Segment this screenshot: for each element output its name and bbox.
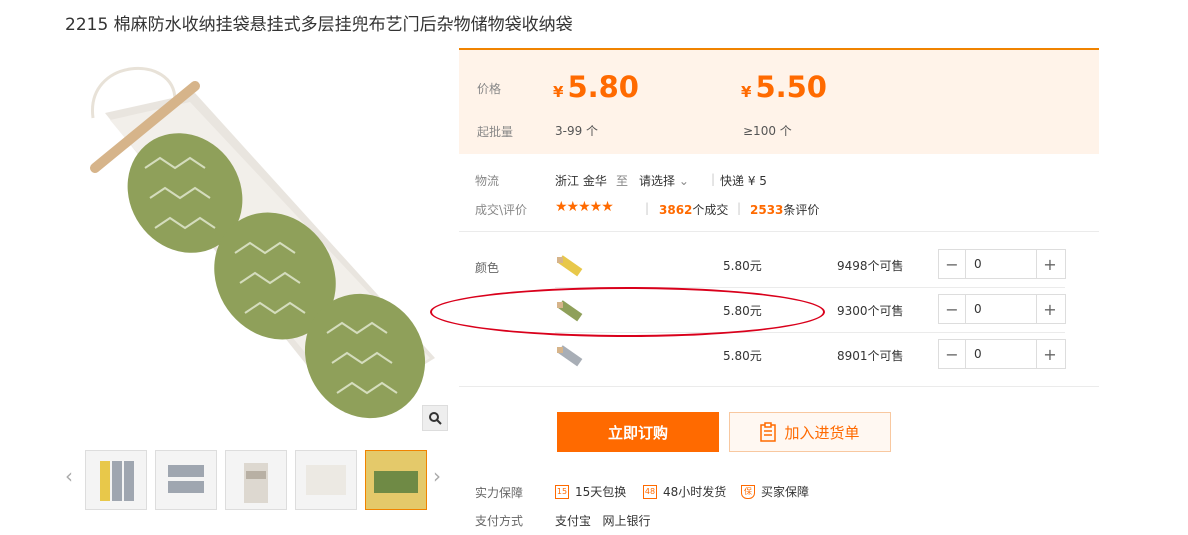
decrement-button[interactable]: − xyxy=(939,295,965,323)
quantity-input[interactable] xyxy=(965,295,1037,323)
decrement-button[interactable]: − xyxy=(939,250,965,278)
guarantee-15-days[interactable]: 15 15天包换 xyxy=(555,483,626,500)
sku-row: 5.80元 9300个可售 − + xyxy=(459,289,1099,329)
sku-stock: 9300个可售 xyxy=(837,304,904,318)
sku-image-yellow[interactable] xyxy=(555,249,585,279)
reviews-link[interactable]: 2533条评价 xyxy=(750,201,819,218)
guarantee-buyer[interactable]: 保 买家保障 xyxy=(741,483,809,500)
quantity-input[interactable] xyxy=(965,340,1037,368)
add-to-cart-label: 加入进货单 xyxy=(784,423,860,442)
moq-label: 起批量 xyxy=(477,125,514,139)
sku-price: 5.80元 xyxy=(723,349,762,363)
clipboard-icon xyxy=(760,422,777,442)
prev-arrow-icon[interactable]: ‹ xyxy=(65,464,73,488)
separator: | xyxy=(711,172,716,186)
quantity-input[interactable] xyxy=(965,250,1037,278)
buy-now-button[interactable]: 立即订购 xyxy=(557,412,719,452)
ship-from: 浙江 金华 xyxy=(555,174,607,188)
thumbnail-3[interactable] xyxy=(225,450,287,510)
sku-price: 5.80元 xyxy=(723,304,762,318)
deals-link[interactable]: 3862个成交 xyxy=(659,201,728,218)
quantity-stepper: − + xyxy=(938,294,1066,324)
rating-stars: ★★★★★ xyxy=(555,199,614,215)
price-tier-1: ¥5.80 xyxy=(553,70,639,104)
zoom-icon[interactable] xyxy=(422,405,448,431)
thumbnail-1[interactable] xyxy=(85,450,147,510)
payment-methods: 支付宝 网上银行 xyxy=(555,514,651,528)
reviews-label: 成交\评价 xyxy=(475,203,528,217)
sku-row: 5.80元 8901个可售 − + xyxy=(459,334,1099,374)
divider xyxy=(459,386,1099,387)
sku-row: 5.80元 9498个可售 − + xyxy=(459,244,1099,284)
sku-image-gray[interactable] xyxy=(555,339,585,369)
price-label: 价格 xyxy=(477,82,502,96)
quantity-stepper: − + xyxy=(938,339,1066,369)
48-hours-icon: 48 xyxy=(643,484,657,499)
sku-stock: 9498个可售 xyxy=(837,259,904,273)
divider xyxy=(555,332,1065,333)
separator: | xyxy=(645,201,650,215)
price-box: 价格 ¥5.80 ¥5.50 起批量 3-99 个 ≥100 个 xyxy=(459,48,1099,154)
logistics-label: 物流 xyxy=(475,174,500,188)
quantity-stepper: − + xyxy=(938,249,1066,279)
increment-button[interactable]: + xyxy=(1037,250,1063,278)
sku-price: 5.80元 xyxy=(723,259,762,273)
payment-label: 支付方式 xyxy=(475,514,524,528)
to-word: 至 xyxy=(616,174,629,188)
thumbnail-5[interactable] xyxy=(365,450,427,510)
guarantee-48-hours[interactable]: 48 48小时发货 xyxy=(643,483,726,500)
thumbnail-4[interactable] xyxy=(295,450,357,510)
divider xyxy=(459,231,1099,232)
price-tier-2: ¥5.50 xyxy=(741,70,827,104)
shield-icon: 保 xyxy=(741,484,755,499)
next-arrow-icon[interactable]: › xyxy=(433,464,441,488)
main-product-image[interactable] xyxy=(65,58,450,433)
decrement-button[interactable]: − xyxy=(939,340,965,368)
add-to-cart-button[interactable]: 加入进货单 xyxy=(729,412,891,452)
divider xyxy=(555,287,1065,288)
guarantee-label: 实力保障 xyxy=(475,486,524,500)
moq-tier-1: 3-99 个 xyxy=(555,124,599,138)
thumbnail-2[interactable] xyxy=(155,450,217,510)
chevron-down-icon: ⌄ xyxy=(678,174,689,188)
express-fee: 快递 ¥ 5 xyxy=(720,174,767,188)
separator: | xyxy=(737,201,742,215)
moq-tier-2: ≥100 个 xyxy=(743,124,792,138)
product-title: 2215 棉麻防水收纳挂袋悬挂式多层挂兜布艺门后杂物储物袋收纳袋 xyxy=(65,15,573,35)
increment-button[interactable]: + xyxy=(1037,340,1063,368)
increment-button[interactable]: + xyxy=(1037,295,1063,323)
sku-image-green[interactable] xyxy=(555,294,585,324)
15-days-icon: 15 xyxy=(555,484,569,499)
destination-select[interactable]: 请选择 ⌄ xyxy=(639,172,689,189)
thumbnail-strip: ‹ › xyxy=(65,446,450,516)
sku-stock: 8901个可售 xyxy=(837,349,904,363)
